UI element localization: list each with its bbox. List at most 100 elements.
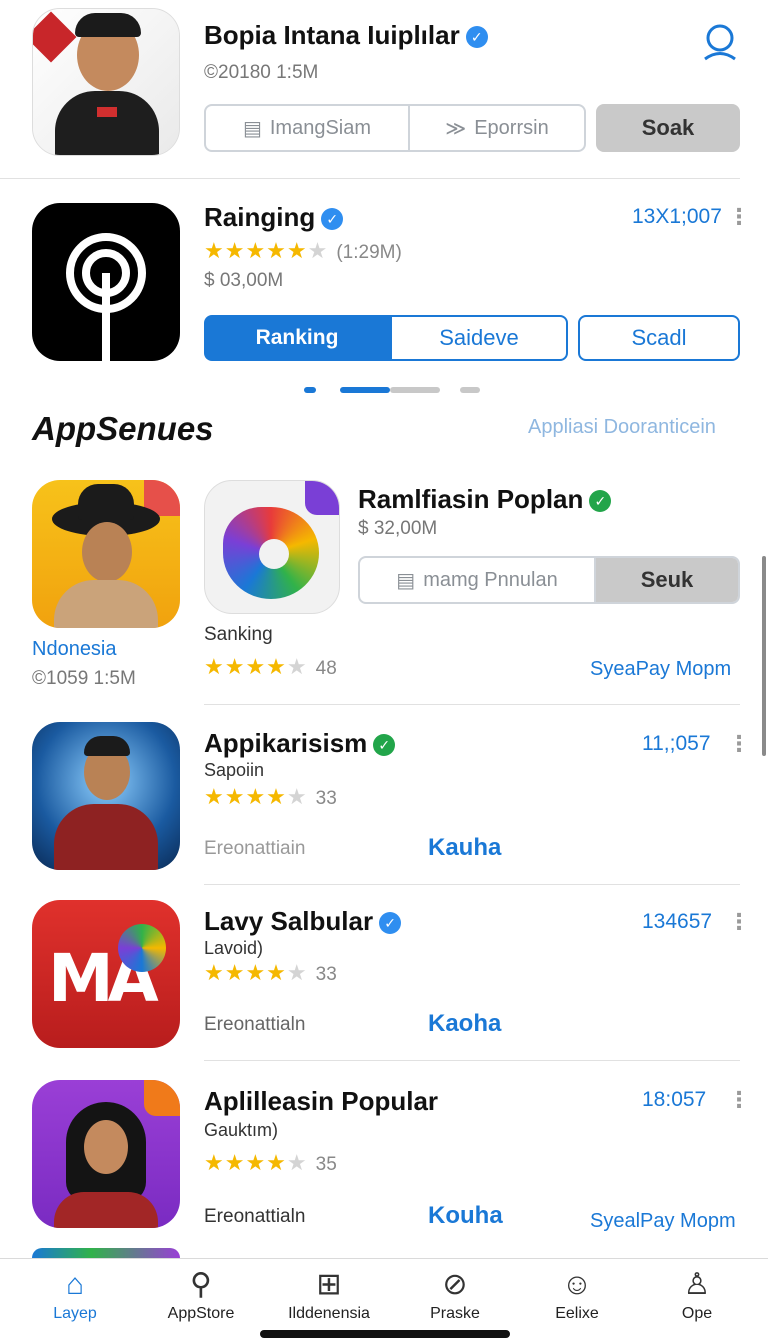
home-indicator bbox=[260, 1330, 510, 1338]
rating-count: 33 bbox=[315, 964, 337, 985]
list-item-category: Ereonattiain bbox=[204, 838, 306, 859]
top-app-title[interactable]: Bopia Intana Iuiplılar ✓ bbox=[204, 20, 488, 51]
list-item-title[interactable]: Appikarisism ✓ bbox=[204, 728, 396, 759]
list-item-icon[interactable]: MA bbox=[32, 900, 180, 1048]
list-item-category: Ereonattialn bbox=[204, 1206, 306, 1227]
more-icon[interactable]: ⋮ bbox=[728, 731, 750, 757]
featured-price: $ 03,00M bbox=[204, 270, 284, 291]
verified-icon: ✓ bbox=[589, 490, 612, 513]
card-right-price: $ 32,00M bbox=[358, 518, 438, 539]
scrollbar[interactable] bbox=[762, 556, 766, 756]
rating-count: 33 bbox=[315, 788, 337, 809]
verified-icon: ✓ bbox=[373, 734, 396, 757]
card-right-action-button[interactable]: Seuk bbox=[594, 558, 738, 602]
tab-label: Layep bbox=[53, 1305, 97, 1322]
rating-count: (1:29M) bbox=[336, 242, 402, 263]
ranking-button[interactable]: Ranking bbox=[204, 315, 390, 361]
card-left-icon[interactable] bbox=[32, 480, 180, 628]
top-app-title-text: Bopia Intana Iuiplılar bbox=[204, 20, 460, 50]
featured-rating: ★★★★★★ (1:29M) bbox=[204, 238, 402, 263]
segment-mamg[interactable]: ▤ mamg Pnnulan bbox=[360, 558, 594, 602]
section-link[interactable]: Appliasi Dooranticein bbox=[528, 416, 716, 439]
segment-imangsiam[interactable]: ▤ ImangSiam bbox=[206, 106, 408, 150]
rating-count: 35 bbox=[315, 1154, 337, 1175]
card-right-icon[interactable] bbox=[204, 480, 340, 614]
saideve-button[interactable]: Saideve bbox=[390, 315, 568, 361]
featured-app-icon[interactable] bbox=[32, 203, 180, 361]
doc-icon: ▤ bbox=[396, 569, 416, 592]
tab-ilddenensia[interactable]: ⊞ Ilddenensia bbox=[274, 1267, 384, 1323]
list-item-rating: ★★★★★ 33 bbox=[204, 784, 337, 809]
list-item-subtitle: Gauktım) bbox=[204, 1120, 279, 1140]
rating-count: 48 bbox=[315, 658, 337, 679]
list-item-title[interactable]: Aplilleasin Popular bbox=[204, 1086, 438, 1117]
home-icon: ⌂ bbox=[65, 1268, 85, 1301]
segment-eporrsin[interactable]: ≫ Eporrsin bbox=[408, 106, 584, 150]
account-icon: ☺ bbox=[561, 1268, 593, 1301]
tab-praske[interactable]: ⊘ Praske bbox=[400, 1267, 510, 1323]
more-icon[interactable]: ⋮ bbox=[728, 1087, 750, 1113]
featured-id: 13Х1;007 bbox=[632, 205, 722, 228]
next-row-peek bbox=[32, 1248, 180, 1258]
segment-label: mamg Pnnulan bbox=[423, 568, 558, 591]
card-right-segment: ▤ mamg Pnnulan Seuk bbox=[358, 556, 740, 604]
divider bbox=[204, 1060, 740, 1061]
card-right-link[interactable]: SyeaPay Mopm bbox=[590, 658, 731, 681]
verified-icon: ✓ bbox=[465, 26, 488, 49]
card-left-meta: ©1059 1:5M bbox=[32, 668, 136, 689]
list-item-icon[interactable] bbox=[32, 722, 180, 870]
list-item-action[interactable]: Kouha bbox=[428, 1202, 503, 1230]
scadl-button[interactable]: Scadl bbox=[578, 315, 740, 361]
section-title: AppSenues bbox=[32, 410, 214, 447]
card-right-title-text: Ramlfiasin Poplan bbox=[358, 484, 584, 514]
segment-label: Eporrsin bbox=[474, 116, 549, 139]
list-item-subtitle: Lavoid) bbox=[204, 938, 264, 958]
page-indicator bbox=[304, 387, 484, 395]
search-icon[interactable] bbox=[700, 22, 740, 62]
tab-eelixe[interactable]: ☺ Eelixe bbox=[522, 1267, 632, 1323]
profile-icon: ♙ bbox=[683, 1268, 711, 1301]
chevron-down-icon: ≫ bbox=[445, 117, 467, 140]
list-item-rating: ★★★★★ 33 bbox=[204, 960, 337, 985]
list-item-title[interactable]: Lavy Salbular ✓ bbox=[204, 906, 402, 937]
list-item-id: 134657 bbox=[642, 910, 713, 933]
tab-appstore[interactable]: ⚲ AppStore bbox=[146, 1267, 256, 1323]
card-right-rating: ★★★★★ 48 bbox=[204, 654, 337, 679]
divider bbox=[0, 178, 740, 179]
card-right-title[interactable]: Ramlfiasin Poplan ✓ bbox=[358, 484, 612, 515]
card-right-subtitle: Sanking bbox=[204, 624, 273, 645]
top-app-segment: ▤ ImangSiam ≫ Eporrsin bbox=[204, 104, 586, 152]
list-item-icon[interactable] bbox=[32, 1080, 180, 1228]
featured-app-title[interactable]: Rainging ✓ bbox=[204, 202, 344, 233]
list-item-action[interactable]: Kaoha bbox=[428, 1010, 501, 1038]
list-item-title-text: Lavy Salbular bbox=[204, 906, 374, 936]
tab-ope[interactable]: ♙ Ope bbox=[642, 1267, 752, 1323]
top-app-icon[interactable] bbox=[32, 8, 180, 156]
tab-label: Ilddenensia bbox=[288, 1305, 370, 1322]
top-app-action-button[interactable]: Soak bbox=[596, 104, 740, 152]
grid-icon: ⊞ bbox=[316, 1268, 342, 1301]
action-label: Seuk bbox=[640, 567, 694, 592]
more-icon[interactable]: ⋮ bbox=[728, 204, 750, 230]
tab-label: Eelixe bbox=[555, 1305, 599, 1322]
list-item-category: Ereonattialn bbox=[204, 1014, 306, 1035]
tab-label: Ope bbox=[681, 1305, 713, 1322]
divider bbox=[204, 704, 740, 705]
tab-label: Praske bbox=[430, 1305, 480, 1322]
more-icon[interactable]: ⋮ bbox=[728, 909, 750, 935]
list-item-subtitle: Sapoiin bbox=[204, 760, 265, 780]
divider bbox=[204, 884, 740, 885]
verified-icon: ✓ bbox=[379, 912, 402, 935]
list-item-title-text: Appikarisism bbox=[204, 728, 368, 758]
tab-label: AppStore bbox=[167, 1305, 235, 1322]
list-item-id: 11,;057 bbox=[642, 732, 711, 755]
list-item-rating: ★★★★★ 35 bbox=[204, 1150, 337, 1175]
search-icon: ⚲ bbox=[190, 1268, 212, 1301]
tab-layep[interactable]: ⌂ Layep bbox=[20, 1267, 130, 1323]
doc-icon: ▤ bbox=[242, 117, 262, 140]
verified-icon: ✓ bbox=[321, 208, 344, 231]
card-left-label[interactable]: Ndonesia bbox=[32, 638, 117, 661]
list-item-action[interactable]: Kauha bbox=[428, 834, 501, 862]
list-item-id: 18:057 bbox=[642, 1088, 707, 1111]
list-item-link[interactable]: SyealPay Mopm bbox=[590, 1210, 736, 1233]
